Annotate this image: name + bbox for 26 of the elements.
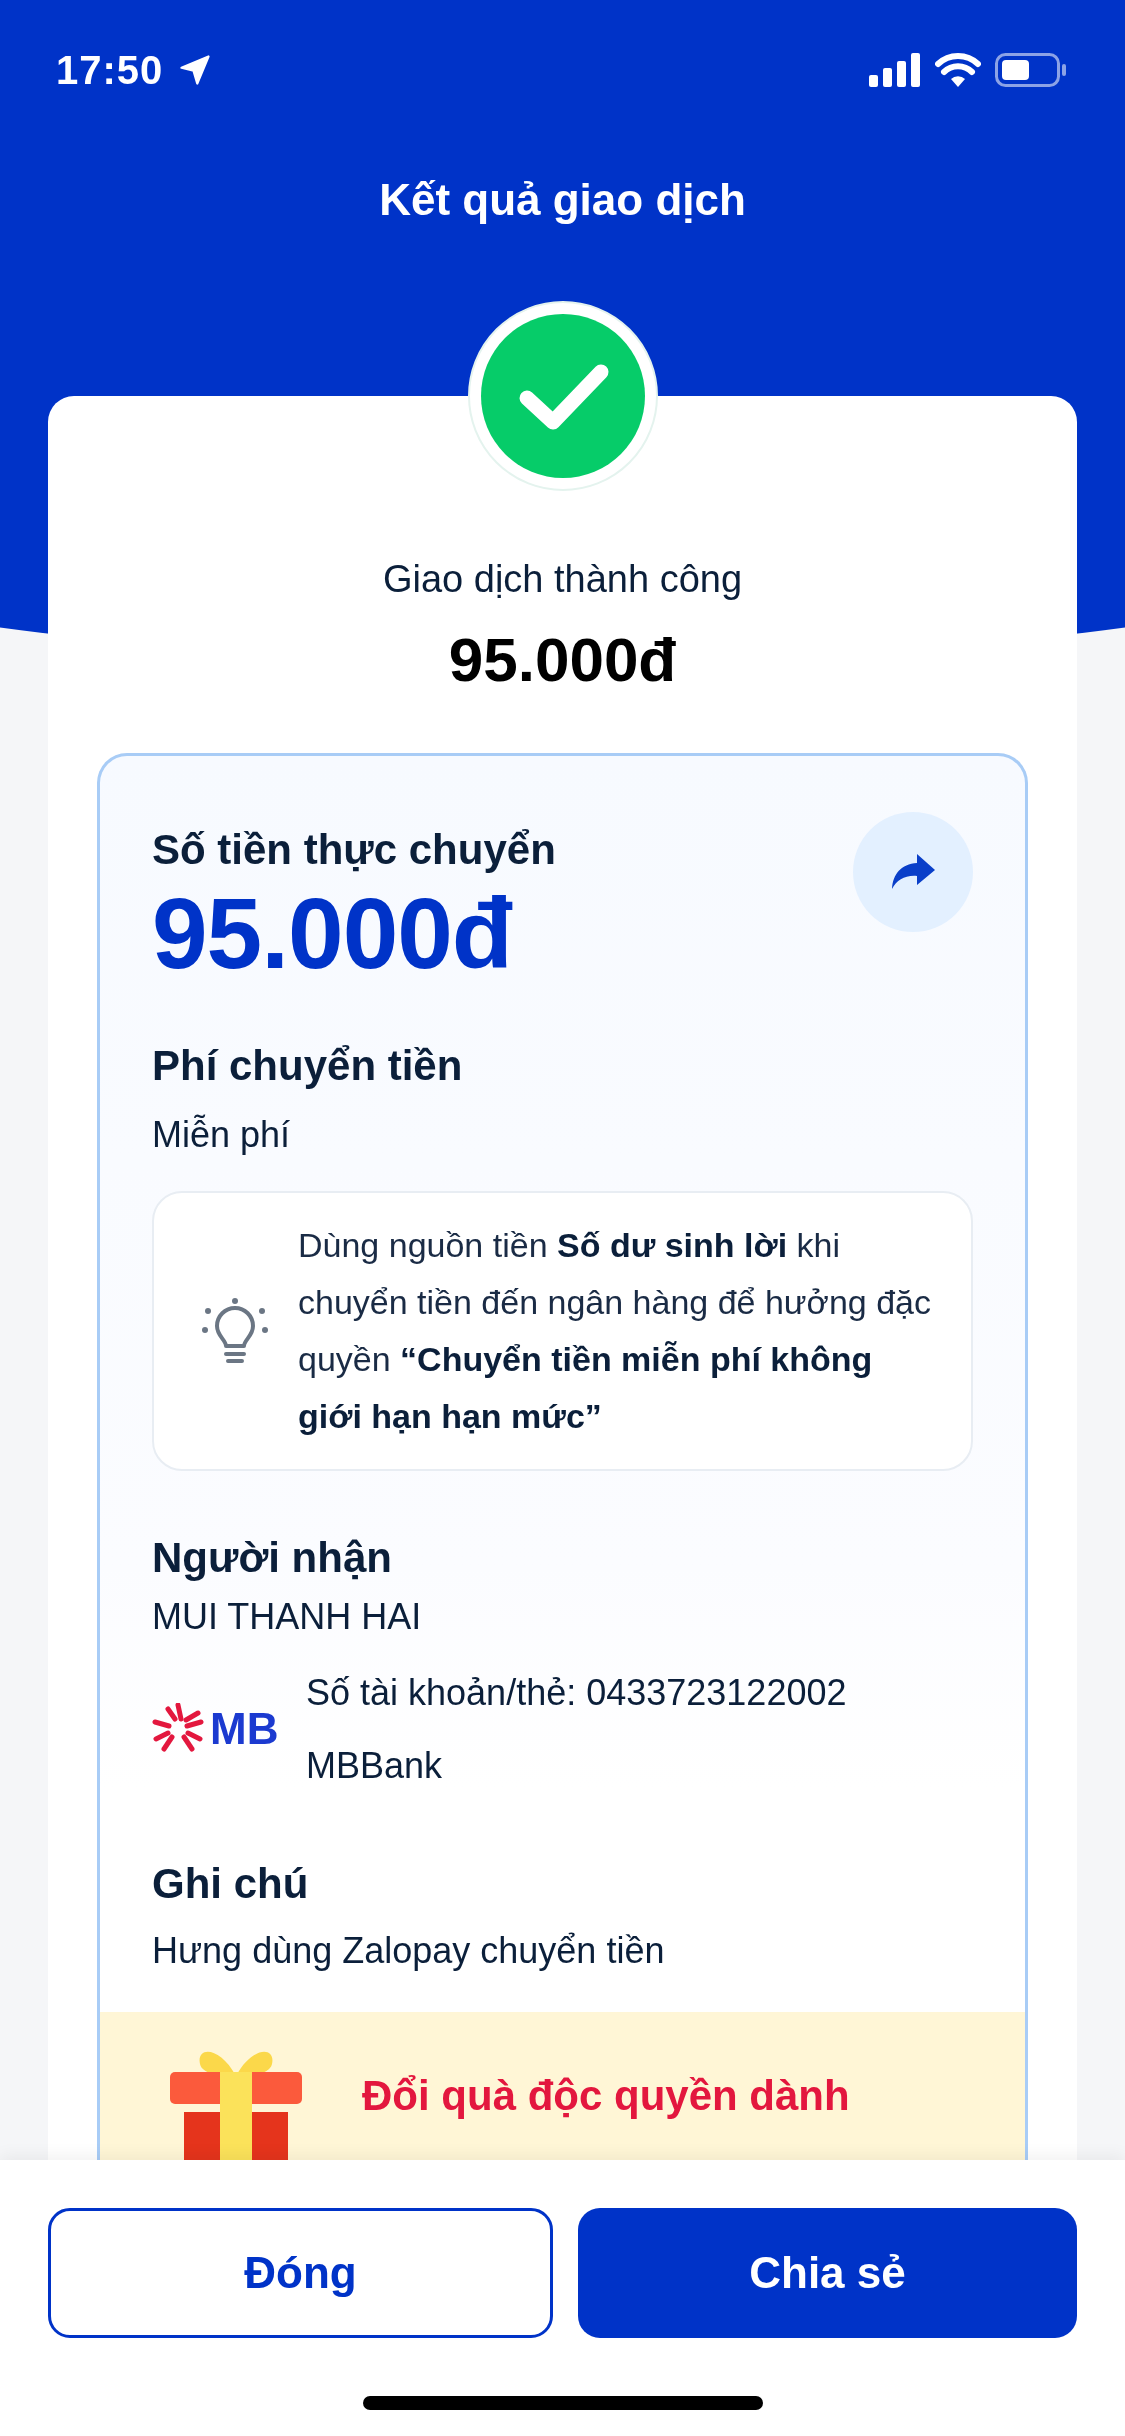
status-text: Giao dịch thành công [381,557,744,602]
lightbulb-icon [202,1298,268,1364]
account-number: Số tài khoản/thẻ: 0433723122002 [306,1671,847,1715]
bank-logo-text: MB [210,1704,279,1754]
promo-text: Đổi quà độc quyền dành [362,2071,850,2121]
fee-value: Miễn phí [152,1113,292,1157]
time-text: 17:50 [56,47,164,93]
amount-text: 95.000đ [447,624,678,696]
note-text: Hưng dùng Zalopay chuyển tiền [152,1929,666,1973]
recipient-name: MUI THANH HAI [152,1595,423,1639]
page-title: Kết quả giao dịch [378,174,747,226]
bank-name: MBBank [306,1744,444,1788]
share-button[interactable]: Chia sẻ [578,2208,1077,2338]
close-button[interactable]: Đóng [48,2208,553,2338]
section-label: Người nhận [152,1533,393,1583]
share-icon [891,854,935,890]
tip-text: Dùng nguồn tiền Số dư sinh lời khi chuyển tiền đến ngân hàng để hưởng đặc quyền “Chuyển tiền miễn phí không giới hạn hạn mức” [298,1225,932,1437]
star-icon [152,1703,204,1755]
promo-banner[interactable]: Đổi quà độc quyền dành [100,2012,1025,2160]
wifi-icon [935,53,981,87]
battery-icon [995,53,1067,87]
section-label: Số tiền thực chuyển [152,825,556,875]
amount-value: 95.000đ [152,883,514,983]
section-label: Ghi chú [152,1859,310,1909]
signal-icon [869,53,921,87]
section-label: Phí chuyển tiền [152,1041,464,1091]
